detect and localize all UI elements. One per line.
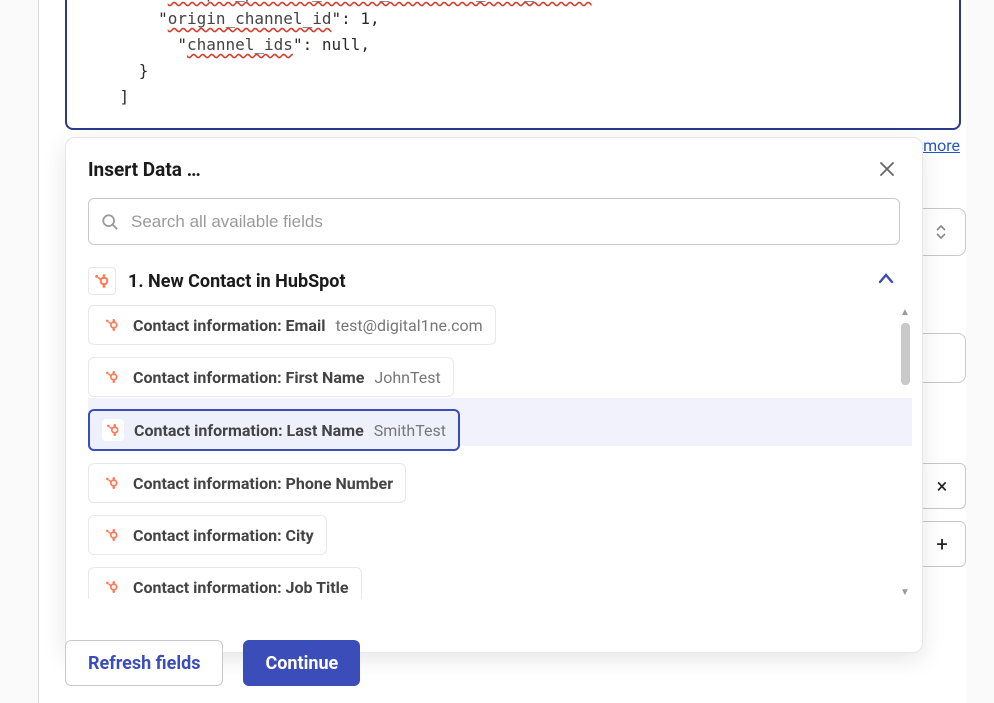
refresh-fields-button[interactable]: Refresh fields xyxy=(65,640,223,686)
field-label: Contact information: Phone Number xyxy=(133,474,393,493)
field-item[interactable]: Contact information: Email test@digital1… xyxy=(88,305,496,345)
add-button[interactable]: + xyxy=(918,521,966,567)
field-item[interactable]: Contact information: First Name JohnTest xyxy=(88,357,454,397)
field-label: Contact information: First Name xyxy=(133,368,364,387)
hubspot-icon xyxy=(101,472,123,494)
insert-data-panel: Insert Data … 1. New Contact in HubSpot … xyxy=(65,137,923,653)
side-input-peek[interactable] xyxy=(916,333,966,383)
search-field[interactable] xyxy=(88,198,900,245)
field-item[interactable]: Contact information: Phone Number xyxy=(88,463,406,503)
field-value: SmithTest xyxy=(374,421,446,440)
field-label: Contact information: City xyxy=(133,526,314,545)
group-title: 1. New Contact in HubSpot xyxy=(128,271,864,292)
hubspot-icon xyxy=(102,419,124,441)
code-editor[interactable]: "accepts_product_review_abandoned_cart_e… xyxy=(65,0,961,130)
stepper-icon xyxy=(934,223,948,241)
close-icon[interactable] xyxy=(874,156,900,182)
learn-more-link[interactable]: more xyxy=(923,136,960,155)
panel-title: Insert Data … xyxy=(88,158,201,181)
search-input[interactable] xyxy=(129,211,887,233)
remove-button[interactable]: × xyxy=(918,463,966,509)
field-label: Contact information: Email xyxy=(133,316,325,335)
side-select-stepper[interactable] xyxy=(916,208,966,256)
hubspot-icon xyxy=(101,314,123,336)
chevron-up-icon xyxy=(876,269,900,293)
field-label: Contact information: Last Name xyxy=(134,421,364,440)
field-label: Contact information: Job Title xyxy=(133,578,349,597)
field-item[interactable]: Contact information: City xyxy=(88,515,327,555)
field-value: JohnTest xyxy=(374,368,440,387)
hubspot-icon xyxy=(101,576,123,598)
field-value: test@digital1ne.com xyxy=(335,316,482,335)
footer-buttons: Refresh fields Continue xyxy=(65,640,360,686)
hubspot-icon xyxy=(88,267,116,295)
hubspot-icon xyxy=(101,366,123,388)
search-icon xyxy=(101,213,119,231)
continue-button[interactable]: Continue xyxy=(243,640,360,686)
field-item[interactable]: Contact information: Last Name SmithTest xyxy=(88,409,460,451)
field-item[interactable]: Contact information: Job Title xyxy=(88,567,362,599)
group-header[interactable]: 1. New Contact in HubSpot xyxy=(66,259,922,305)
field-list: Contact information: Email test@digital1… xyxy=(88,305,912,599)
hubspot-icon xyxy=(101,524,123,546)
